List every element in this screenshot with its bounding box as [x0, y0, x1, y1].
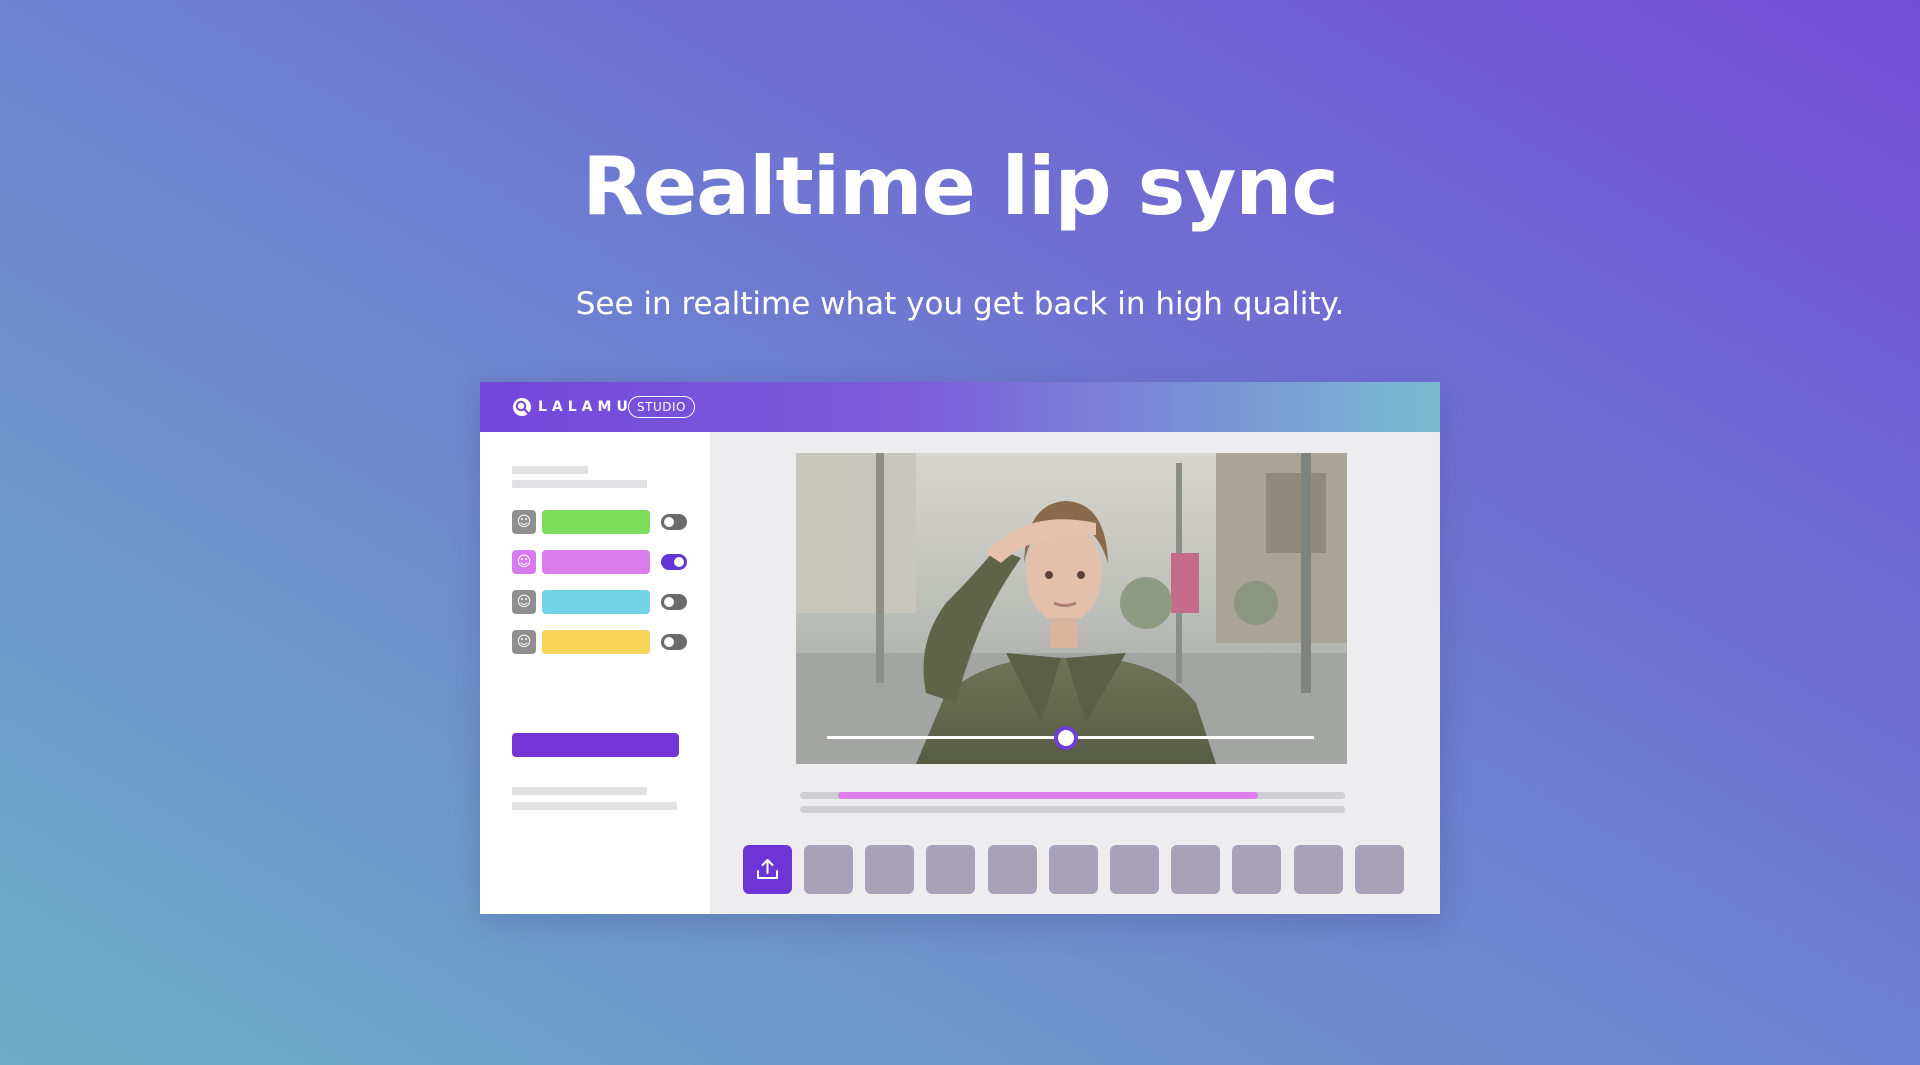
video-scrubber-handle[interactable] — [1053, 726, 1078, 750]
sidebar: ☺ ☺ ☺ ☺ — [480, 432, 710, 914]
clip-thumbnail[interactable] — [1232, 845, 1282, 894]
track-bar[interactable] — [542, 630, 650, 654]
app-window: LALAMU STUDIO ☺ ☺ ☺ ☺ — [480, 382, 1440, 914]
track-row[interactable]: ☺ — [512, 630, 692, 654]
brand-logo: LALAMU — [538, 399, 633, 415]
timeline-audio-segment[interactable] — [838, 792, 1258, 799]
sidebar-placeholder-line — [512, 466, 588, 474]
track-toggle[interactable] — [661, 554, 687, 570]
clip-thumbnail[interactable] — [1293, 845, 1343, 894]
app-header: LALAMU STUDIO — [480, 382, 1440, 432]
studio-badge: STUDIO — [628, 396, 695, 418]
clip-thumbnail[interactable] — [1354, 845, 1404, 894]
video-preview[interactable] — [796, 453, 1347, 764]
timeline-track-secondary[interactable] — [800, 806, 1345, 813]
clip-thumbnail[interactable] — [987, 845, 1037, 894]
clip-thumbnail[interactable] — [1171, 845, 1221, 894]
track-row[interactable]: ☺ — [512, 550, 692, 574]
video-frame-image — [796, 453, 1347, 764]
clip-thumbnail[interactable] — [804, 845, 853, 894]
sidebar-placeholder-line — [512, 787, 647, 795]
clip-thumbnail[interactable] — [865, 845, 915, 894]
clip-thumbnail[interactable] — [1110, 845, 1159, 894]
track-bar[interactable] — [542, 590, 650, 614]
track-bar[interactable] — [542, 510, 650, 534]
clip-thumbnail[interactable] — [926, 845, 976, 894]
upload-icon — [757, 859, 778, 879]
track-toggle[interactable] — [661, 634, 687, 650]
page-title: Realtime lip sync — [582, 140, 1339, 233]
search-icon — [513, 398, 531, 416]
track-bar[interactable] — [542, 550, 650, 574]
track-toggle[interactable] — [661, 514, 687, 530]
clip-thumbnail[interactable] — [1048, 845, 1098, 894]
smiley-face-icon: ☺ — [512, 590, 536, 614]
primary-action-button[interactable] — [512, 733, 679, 757]
upload-button[interactable] — [743, 845, 792, 894]
track-row[interactable]: ☺ — [512, 590, 692, 614]
page-subtitle: See in realtime what you get back in hig… — [575, 286, 1345, 322]
track-toggle[interactable] — [661, 594, 687, 610]
smiley-face-icon: ☺ — [512, 510, 536, 534]
smiley-face-icon: ☺ — [512, 630, 536, 654]
track-row[interactable]: ☺ — [512, 510, 692, 534]
sidebar-placeholder-line — [512, 802, 677, 810]
sidebar-placeholder-line — [512, 480, 647, 488]
smiley-face-icon: ☺ — [512, 550, 536, 574]
